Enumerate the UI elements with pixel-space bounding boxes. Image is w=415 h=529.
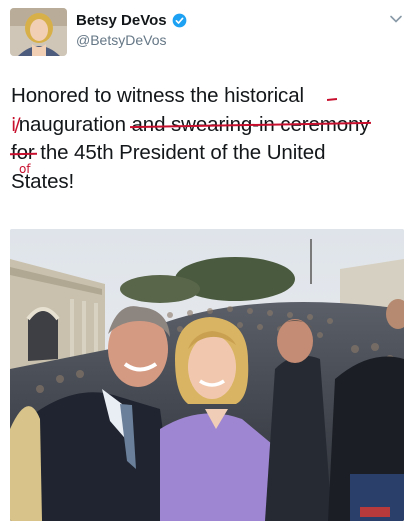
tweet-text: Honored to witness the historical i/naug… [11, 82, 411, 196]
profile-photo-icon [10, 8, 67, 56]
tweet-line-4: States! [11, 169, 75, 193]
insert-i-edit: i/ [11, 113, 21, 136]
inauguration-photo-icon [10, 229, 404, 521]
tweet-header: Betsy DeVos @BetsyDeVos [10, 8, 405, 60]
tweet-photo[interactable] [10, 229, 404, 521]
tweet-line-2: i/nauguration and swearing-in ceremony [11, 112, 370, 136]
struck-phrase: and swearing-in ceremony [131, 112, 370, 136]
avatar[interactable] [10, 8, 67, 56]
tweet-card: Betsy DeVos @BetsyDeVos Honored to witne… [0, 0, 415, 529]
strike-mark [327, 98, 337, 101]
tweet-line-3: for the 45th President of the United of [11, 139, 411, 176]
user-handle[interactable]: @BetsyDeVos [76, 32, 166, 48]
display-name[interactable]: Betsy DeVos [76, 12, 167, 29]
name-row: Betsy DeVos [76, 12, 187, 29]
verified-badge-icon [172, 13, 186, 28]
tweet-line-1: Honored to witness the historical [11, 82, 411, 111]
chevron-down-icon[interactable] [389, 12, 403, 26]
